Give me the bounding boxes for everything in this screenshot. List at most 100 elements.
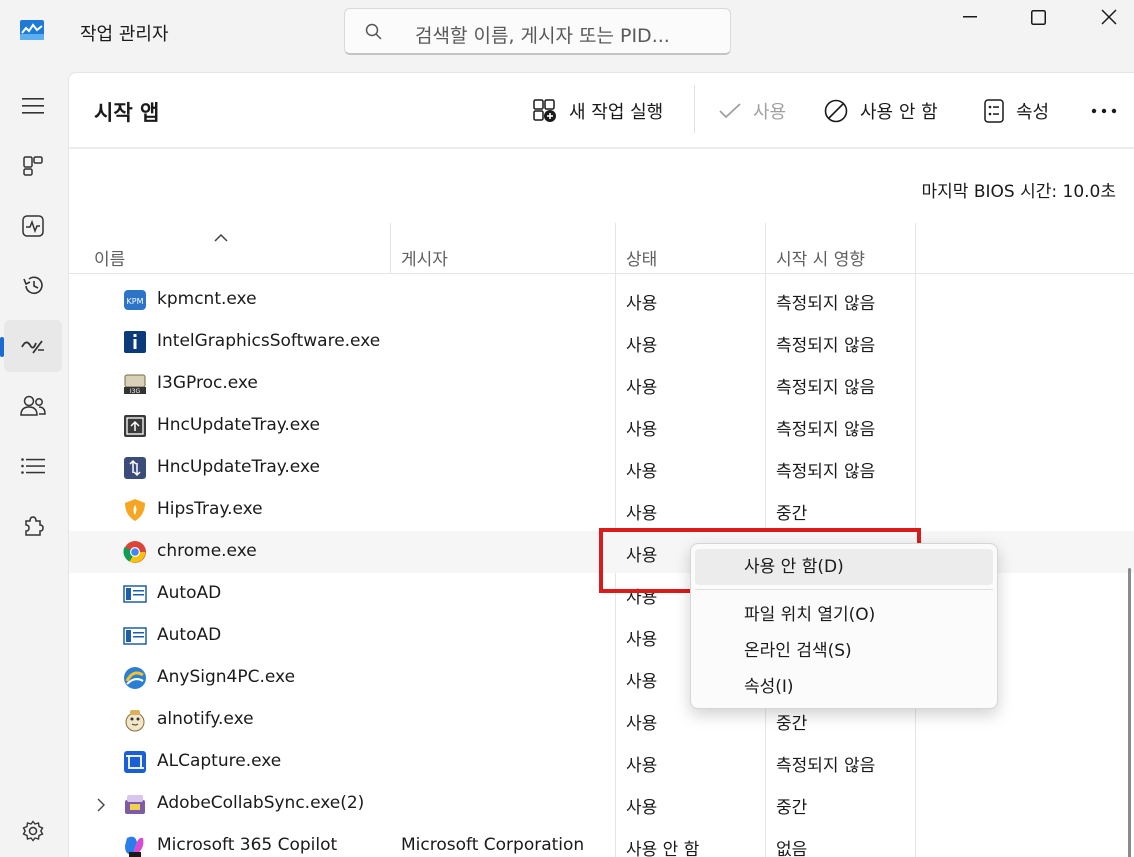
app-status: 사용 xyxy=(626,630,658,650)
nav-users[interactable] xyxy=(4,380,62,432)
app-name: AnySign4PC.exe xyxy=(157,667,296,687)
app-status: 사용 xyxy=(626,336,658,356)
properties-button[interactable]: 속성 xyxy=(984,95,1049,127)
app-name: Microsoft 365 Copilot xyxy=(157,835,338,855)
services-puzzle-icon xyxy=(25,516,44,536)
disable-circle-slash-icon xyxy=(824,99,848,123)
app-status: 사용 xyxy=(626,504,658,524)
column-header-status[interactable]: 상태 xyxy=(626,245,657,270)
app-status: 사용 xyxy=(626,378,658,398)
kpm-icon: KPM xyxy=(123,288,147,312)
table-row[interactable]: AdobeCollabSync.exe(2) 사용 중간 xyxy=(69,783,1134,825)
app-impact: 측정되지 않음 xyxy=(776,336,876,356)
table-row[interactable]: IntelGraphicsSoftware.exe 사용 측정되지 않음 xyxy=(69,321,1134,363)
app-name: AdobeCollabSync.exe(2) xyxy=(157,793,365,813)
app-status: 사용 xyxy=(626,672,658,692)
bios-value: 10.0초 xyxy=(1062,182,1117,202)
app-status: 사용 xyxy=(626,798,658,818)
toolbar: 시작 앱 새 작업 실행 사용 사용 안 함 속성 xyxy=(69,73,1134,149)
minimize-button[interactable] xyxy=(935,0,1005,34)
column-header-impact[interactable]: 시작 시 영향 xyxy=(776,245,865,270)
hnc-update-icon-2 xyxy=(123,456,147,480)
more-dots-icon xyxy=(1091,108,1117,114)
app-status: 사용 xyxy=(626,462,658,482)
app-name: HncUpdateTray.exe xyxy=(157,415,320,435)
vertical-scrollbar[interactable] xyxy=(1128,568,1131,857)
processes-icon xyxy=(23,156,43,176)
expand-chevron-icon[interactable] xyxy=(97,797,105,816)
new-task-icon xyxy=(533,99,556,122)
app-name: ALCapture.exe xyxy=(157,751,282,771)
context-menu-open-file-location[interactable]: 파일 위치 열기(O) xyxy=(695,597,993,633)
startup-speedometer-icon xyxy=(21,340,44,354)
nav-performance[interactable] xyxy=(4,200,62,252)
active-indicator xyxy=(0,337,4,357)
app-impact: 측정되지 않음 xyxy=(776,378,876,398)
context-menu-disable[interactable]: 사용 안 함(D) xyxy=(695,549,993,585)
hamburger-menu-button[interactable] xyxy=(4,80,62,132)
svg-text:KPM: KPM xyxy=(127,297,144,306)
column-divider[interactable] xyxy=(390,223,391,273)
bios-label: 마지막 BIOS 시간: xyxy=(921,182,1058,202)
nav-settings[interactable] xyxy=(4,805,62,857)
context-menu-divider xyxy=(695,589,993,590)
nav-app-history[interactable] xyxy=(4,260,62,312)
table-row[interactable]: HipsTray.exe 사용 중간 xyxy=(69,489,1134,531)
alnotify-icon xyxy=(123,708,147,732)
hips-shield-icon xyxy=(123,498,147,522)
app-name: kpmcnt.exe xyxy=(157,289,257,309)
search-box[interactable]: 검색할 이름, 게시자 또는 PID... xyxy=(344,8,731,55)
autoad-icon-2 xyxy=(123,624,147,648)
context-menu-search-online[interactable]: 온라인 검색(S) xyxy=(695,633,993,669)
nav-startup-apps[interactable] xyxy=(0,320,62,372)
hamburger-icon xyxy=(22,98,44,114)
app-status: 사용 안 함 xyxy=(626,840,700,857)
app-name: IntelGraphicsSoftware.exe xyxy=(157,331,381,351)
enable-label: 사용 xyxy=(753,102,787,123)
new-task-button[interactable]: 새 작업 실행 xyxy=(533,95,663,127)
app-impact: 중간 xyxy=(776,504,808,524)
app-impact: 측정되지 않음 xyxy=(776,420,876,440)
i3g-icon: I3G xyxy=(123,372,147,396)
nav-processes[interactable] xyxy=(4,140,62,192)
table-row[interactable]: ALCapture.exe 사용 측정되지 않음 xyxy=(69,741,1134,783)
app-name: I3GProc.exe xyxy=(157,373,258,393)
settings-gear-icon xyxy=(22,820,44,842)
column-header-publisher[interactable]: 게시자 xyxy=(401,245,448,270)
app-name: chrome.exe xyxy=(157,541,257,561)
hnc-update-icon xyxy=(123,414,147,438)
autoad-icon xyxy=(123,582,147,606)
alcapture-icon xyxy=(123,750,147,774)
close-button[interactable] xyxy=(1074,0,1134,34)
maximize-button[interactable] xyxy=(1003,0,1073,34)
enable-button[interactable]: 사용 xyxy=(719,95,786,127)
app-name: HipsTray.exe xyxy=(157,499,263,519)
table-row[interactable]: KPM kpmcnt.exe 사용 측정되지 않음 xyxy=(69,279,1134,321)
context-menu-properties[interactable]: 속성(I) xyxy=(695,669,993,705)
more-options-button[interactable] xyxy=(1091,95,1129,127)
users-icon xyxy=(20,395,46,416)
table-row[interactable]: HncUpdateTray.exe 사용 측정되지 않음 xyxy=(69,447,1134,489)
svg-text:I3G: I3G xyxy=(130,388,141,395)
table-row[interactable]: HncUpdateTray.exe 사용 측정되지 않음 xyxy=(69,405,1134,447)
details-list-icon xyxy=(21,458,45,474)
column-header-name[interactable]: 이름 xyxy=(94,245,125,270)
sort-caret-icon xyxy=(214,227,228,246)
context-menu: 사용 안 함(D) 파일 위치 열기(O) 온라인 검색(S) 속성(I) xyxy=(690,543,998,709)
nav-services[interactable] xyxy=(4,500,62,552)
nav-details[interactable] xyxy=(4,440,62,492)
chrome-icon xyxy=(123,540,147,564)
main-panel: 시작 앱 새 작업 실행 사용 사용 안 함 속성 마지막 BIOS 시간: 1… xyxy=(68,72,1134,857)
properties-icon xyxy=(984,99,1004,123)
app-impact: 중간 xyxy=(776,798,808,818)
table-row[interactable]: Microsoft 365 Copilot Microsoft Corporat… xyxy=(69,825,1134,857)
window-title: 작업 관리자 xyxy=(80,24,169,45)
search-icon xyxy=(365,23,383,41)
checkmark-icon xyxy=(719,103,741,119)
performance-icon xyxy=(22,215,44,237)
disable-label: 사용 안 함 xyxy=(860,102,938,123)
app-name: HncUpdateTray.exe xyxy=(157,457,320,477)
disable-button[interactable]: 사용 안 함 xyxy=(824,95,938,127)
left-navigation xyxy=(0,66,68,857)
table-row[interactable]: I3G I3GProc.exe 사용 측정되지 않음 xyxy=(69,363,1134,405)
